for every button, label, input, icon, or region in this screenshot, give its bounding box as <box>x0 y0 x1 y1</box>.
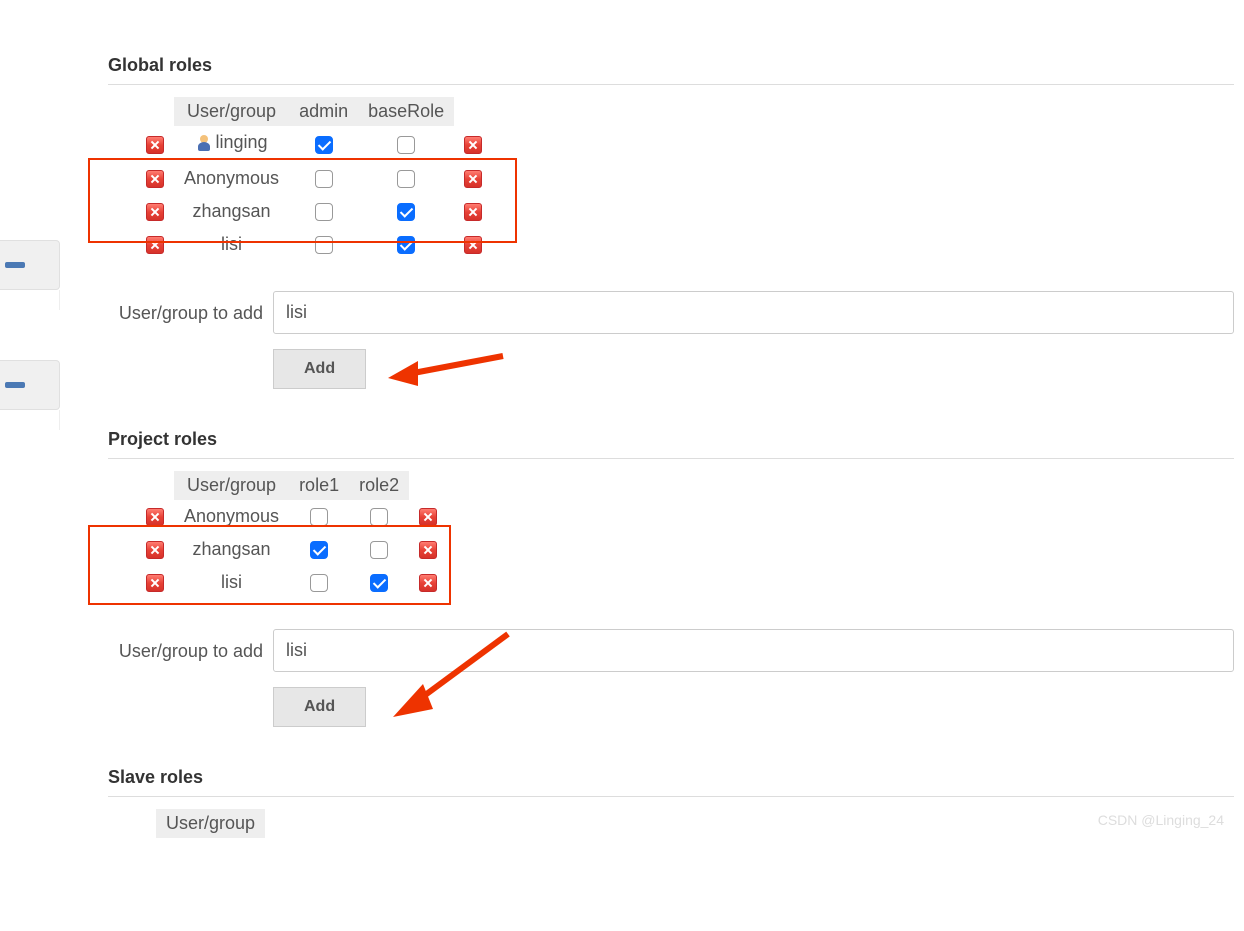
delete-icon[interactable] <box>464 203 482 221</box>
user-name: zhangsan <box>192 539 270 560</box>
table-row: Anonymous <box>136 162 492 195</box>
person-icon <box>196 135 212 151</box>
global-add-section: User/group to add Add <box>108 291 1234 389</box>
add-label: User/group to add <box>108 629 263 662</box>
user-cell: zhangsan <box>174 533 289 566</box>
user-name: Anonymous <box>184 506 279 527</box>
role-checkbox[interactable] <box>397 136 415 154</box>
divider <box>108 796 1234 797</box>
table-row: lisi <box>136 228 492 261</box>
global-roles-title: Global roles <box>108 55 1234 76</box>
delete-icon[interactable] <box>146 574 164 592</box>
column-header-role1: role1 <box>289 471 349 500</box>
delete-icon[interactable] <box>464 136 482 154</box>
column-header-user-group: User/group <box>174 471 289 500</box>
global-add-button[interactable]: Add <box>273 349 366 389</box>
table-row: lisi <box>136 566 447 599</box>
delete-icon[interactable] <box>419 508 437 526</box>
add-label: User/group to add <box>108 291 263 324</box>
sidebar-bar-icon <box>5 262 25 268</box>
user-name: linging <box>216 132 268 153</box>
column-header-delete-right <box>409 471 447 500</box>
project-add-input[interactable] <box>273 629 1234 672</box>
user-cell: linging <box>174 126 289 162</box>
column-header-delete-left <box>136 97 174 126</box>
delete-icon[interactable] <box>146 508 164 526</box>
role-checkbox[interactable] <box>370 574 388 592</box>
role-checkbox[interactable] <box>397 170 415 188</box>
role-checkbox[interactable] <box>397 236 415 254</box>
role-checkbox[interactable] <box>310 541 328 559</box>
role-checkbox[interactable] <box>315 170 333 188</box>
delete-icon[interactable] <box>146 236 164 254</box>
user-cell: zhangsan <box>174 195 289 228</box>
slave-roles-title: Slave roles <box>108 767 1234 788</box>
user-name: lisi <box>221 572 242 593</box>
table-row: zhangsan <box>136 533 447 566</box>
column-header-delete-left <box>136 471 174 500</box>
role-checkbox[interactable] <box>315 236 333 254</box>
role-checkbox[interactable] <box>397 203 415 221</box>
user-name: zhangsan <box>192 201 270 222</box>
divider <box>108 84 1234 85</box>
user-cell: Anonymous <box>174 162 289 195</box>
table-row: linging <box>136 126 492 162</box>
column-header-baserole: baseRole <box>358 97 454 126</box>
delete-icon[interactable] <box>464 170 482 188</box>
user-name: Anonymous <box>184 168 279 189</box>
delete-icon[interactable] <box>146 170 164 188</box>
role-checkbox[interactable] <box>370 541 388 559</box>
user-cell: lisi <box>174 228 289 261</box>
column-header-role2: role2 <box>349 471 409 500</box>
user-cell: lisi <box>174 566 289 599</box>
role-checkbox[interactable] <box>315 136 333 154</box>
slave-roles-table: User/group <box>136 809 265 838</box>
divider <box>108 458 1234 459</box>
project-roles-table: User/group role1 role2 Anonymous zhangsan… <box>136 471 447 599</box>
watermark: CSDN @Linging_24 <box>1098 812 1224 828</box>
column-header-user-group: User/group <box>174 97 289 126</box>
sidebar-item[interactable] <box>0 360 60 410</box>
role-checkbox[interactable] <box>370 508 388 526</box>
column-header-admin: admin <box>289 97 358 126</box>
delete-icon[interactable] <box>146 203 164 221</box>
role-checkbox[interactable] <box>315 203 333 221</box>
sidebar-bar-icon <box>5 382 25 388</box>
global-add-input[interactable] <box>273 291 1234 334</box>
delete-icon[interactable] <box>146 541 164 559</box>
role-checkbox[interactable] <box>310 508 328 526</box>
delete-icon[interactable] <box>146 136 164 154</box>
table-row: zhangsan <box>136 195 492 228</box>
column-header-delete-right <box>454 97 492 126</box>
role-checkbox[interactable] <box>310 574 328 592</box>
column-header-delete-left <box>136 809 156 838</box>
delete-icon[interactable] <box>419 541 437 559</box>
column-header-user-group: User/group <box>156 809 265 838</box>
user-cell: Anonymous <box>174 500 289 533</box>
table-row: Anonymous <box>136 500 447 533</box>
sidebar-item[interactable] <box>0 240 60 290</box>
delete-icon[interactable] <box>464 236 482 254</box>
user-name: lisi <box>221 234 242 255</box>
project-roles-title: Project roles <box>108 429 1234 450</box>
delete-icon[interactable] <box>419 574 437 592</box>
global-roles-table: User/group admin baseRole linging Anonymo… <box>136 97 492 261</box>
project-add-button[interactable]: Add <box>273 687 366 727</box>
project-add-section: User/group to add Add <box>108 629 1234 727</box>
